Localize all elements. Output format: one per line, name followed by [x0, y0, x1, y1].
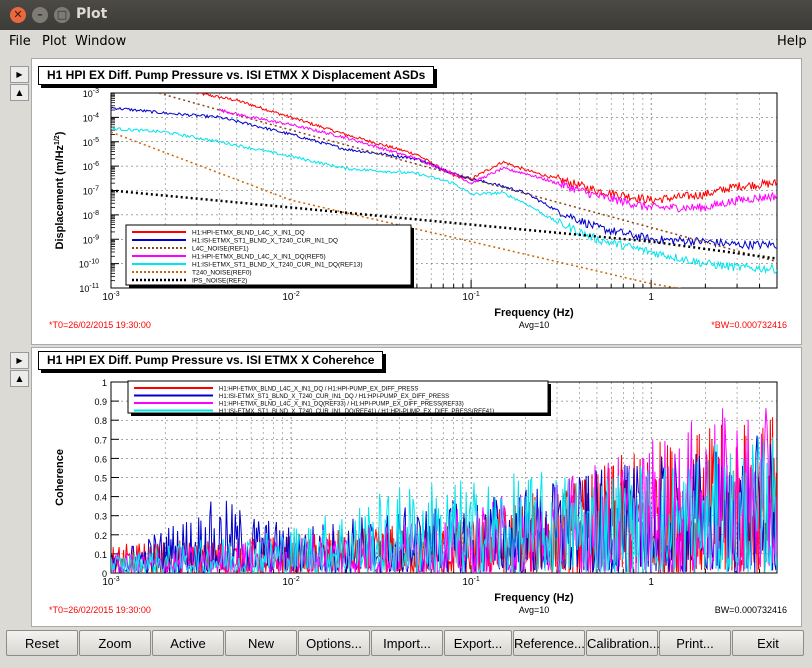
y-tick-label: 10-5 [83, 137, 99, 148]
y-tick-label: 10-4 [83, 112, 99, 123]
x-tick-label: 10-3 [102, 291, 119, 303]
x-axis-label: Frequency (Hz) [494, 307, 574, 319]
y-tick-label: 10-11 [79, 283, 99, 294]
legend-label: H1:HPI-ETMX_BLND_L4C_X_IN1_DQ(REF5) [192, 254, 326, 261]
y-tick-label: 0 [102, 569, 107, 579]
window-title: Plot [76, 6, 108, 22]
y-tick-exponent: -6 [93, 161, 99, 168]
legend-label: H1:HPI-ETMX_BLND_L4C_X_IN1_DQ(REF33) / H… [219, 402, 464, 408]
y-tick-label: 10-9 [83, 234, 99, 245]
menu-plot[interactable]: Plot [42, 34, 67, 49]
menu-file[interactable]: File [9, 34, 31, 49]
button-row: Reset Zoom Active New Options... Import... Exp… [6, 630, 806, 657]
y-tick-exponent: -4 [93, 112, 99, 119]
expand-panel-1-icon[interactable]: ▶ [10, 66, 29, 83]
y-tick-label: 10-8 [83, 210, 99, 221]
footer-t0: *T0=26/02/2015 19:30:00 [49, 605, 151, 615]
legend-label: L4C_NOISE(REF1) [192, 246, 249, 253]
y-tick-exponent: -3 [93, 88, 99, 95]
reference-button[interactable]: Reference... [513, 630, 585, 656]
x-tick-exponent: -1 [474, 291, 480, 298]
reset-button[interactable]: Reset [6, 630, 78, 656]
footer-bw: *BW=0.000732416 [711, 320, 787, 330]
expand-panel-2-icon[interactable]: ▶ [10, 352, 29, 369]
footer-avg: Avg=10 [519, 320, 550, 330]
x-tick-label: 1 [648, 577, 654, 588]
y-tick-label: 0.7 [94, 435, 107, 445]
y-tick-label: 10-3 [83, 88, 99, 99]
y-tick-label: 10-7 [83, 186, 99, 197]
window-titlebar: ✕ – □ Plot [0, 0, 812, 30]
footer-bw: BW=0.000732416 [715, 605, 787, 615]
x-axis-label: Frequency (Hz) [494, 592, 574, 604]
legend-label: H1:ISI-ETMX_ST1_BLND_X_T240_CUR_IN1_DQ /… [219, 394, 449, 400]
y-tick-exponent: -8 [93, 210, 99, 217]
legend-label: H1:HPI-ETMX_BLND_L4C_X_IN1_DQ / H1:HPI-P… [219, 387, 418, 393]
minimize-icon[interactable]: – [32, 7, 48, 23]
active-button[interactable]: Active [152, 630, 224, 656]
legend-label: H1:HPI-ETMX_BLND_L4C_X_IN1_DQ [192, 230, 305, 237]
x-tick-exponent: -3 [113, 291, 119, 298]
y-tick-label: 0.1 [94, 550, 107, 560]
y-tick-label: 0.6 [94, 454, 107, 464]
options-button[interactable]: Options... [298, 630, 370, 656]
y-axis-label: Coherence [54, 449, 66, 506]
collapse-panel-1-icon[interactable]: ▲ [10, 84, 29, 101]
legend-label: IPS_NOISE(REF2) [192, 278, 247, 285]
menu-window[interactable]: Window [75, 34, 126, 49]
y-tick-label: 0.9 [94, 397, 107, 407]
y-tick-exponent: -11 [89, 283, 99, 290]
y-tick-label: 0.3 [94, 512, 107, 522]
y-axis-label-sup: 1/2 [54, 135, 61, 145]
legend-label: H1:ISI-ETMX_ST1_BLND_X_T240_CUR_IN1_DQ [192, 238, 338, 245]
y-tick-exponent: -7 [93, 186, 99, 193]
x-tick-exponent: -2 [293, 291, 299, 298]
zoom-button[interactable]: Zoom [79, 630, 151, 656]
y-tick-exponent: -9 [93, 234, 99, 241]
y-tick-label: 10-6 [83, 161, 99, 172]
x-tick-label: 10-1 [462, 576, 479, 588]
y-tick-exponent: -5 [93, 137, 99, 144]
exit-button[interactable]: Exit [732, 630, 804, 656]
y-axis-label-close: ) [54, 131, 66, 135]
x-tick-exponent: -3 [113, 576, 119, 583]
coherence-plot-title: H1 HPI EX Diff. Pump Pressure vs. ISI ET… [38, 351, 384, 370]
coherence-chart[interactable]: 10-3 10-2 10-1 100.10.20.30.40.50.60.70.80.… [31, 370, 800, 625]
export-button[interactable]: Export... [444, 630, 512, 656]
y-tick-label: 0.8 [94, 416, 107, 426]
footer-avg: Avg=10 [519, 605, 550, 615]
legend-label: H1:ISI-ETMX_ST1_BLND_X_T240_CUR_IN1_DQ(R… [219, 409, 494, 415]
close-icon[interactable]: ✕ [10, 7, 26, 23]
import-button[interactable]: Import... [371, 630, 443, 656]
legend-label: T240_NOISE(REF0) [192, 270, 252, 277]
asd-plot-title: H1 HPI EX Diff. Pump Pressure vs. ISI ET… [38, 66, 435, 85]
y-tick-label: 1 [102, 378, 107, 388]
x-tick-exponent: -2 [293, 576, 299, 583]
collapse-panel-2-icon[interactable]: ▲ [10, 370, 29, 387]
asd-chart[interactable]: 10-3 10-2 10-1 110-310-410-510-610-710-810-… [31, 85, 800, 343]
y-axis-label: Displacement (m/Hz1/2) [54, 131, 66, 249]
maximize-icon[interactable]: □ [54, 7, 70, 23]
calibration-button[interactable]: Calibration... [586, 630, 660, 656]
y-tick-label: 10-10 [79, 259, 99, 270]
x-tick-label: 1 [648, 292, 654, 303]
x-tick-label: 10-1 [462, 291, 479, 303]
y-tick-label: 0.4 [94, 493, 107, 503]
x-tick-label: 10-2 [282, 576, 299, 588]
legend-label: H1:ISI-ETMX_ST1_BLND_X_T240_CUR_IN1_DQ(R… [192, 262, 363, 269]
y-tick-label: 0.5 [94, 474, 107, 484]
y-tick-exponent: -10 [89, 259, 99, 266]
footer-t0: *T0=26/02/2015 19:30:00 [49, 320, 151, 330]
menu-help[interactable]: Help [777, 34, 807, 49]
menu-bar: File Plot Window Help [0, 30, 812, 53]
print-button[interactable]: Print... [659, 630, 731, 656]
y-tick-label: 0.2 [94, 531, 107, 541]
x-tick-label: 10-2 [282, 291, 299, 303]
x-tick-exponent: -1 [474, 576, 480, 583]
new-button[interactable]: New [225, 630, 297, 656]
